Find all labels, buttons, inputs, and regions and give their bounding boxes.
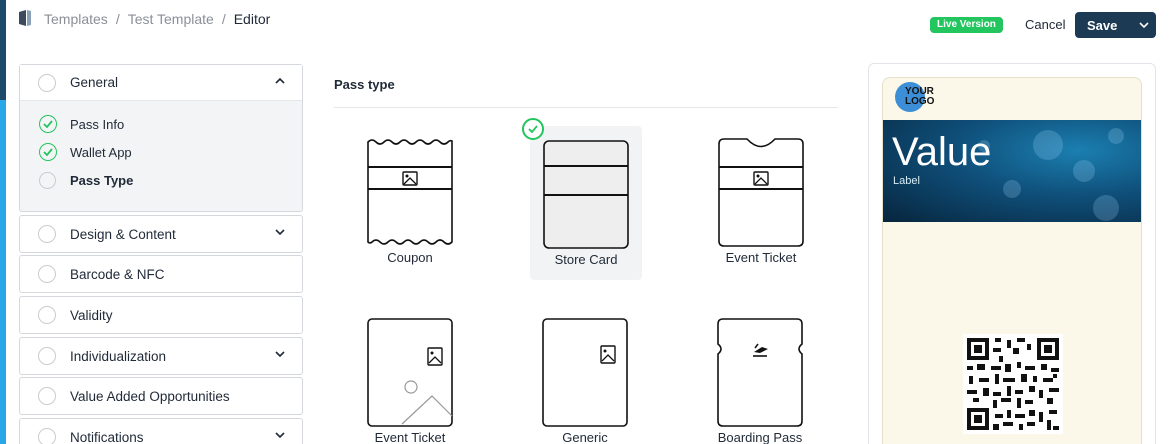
cancel-button[interactable]: Cancel xyxy=(1017,12,1073,38)
check-circle-icon xyxy=(39,143,57,161)
chevron-down-icon[interactable] xyxy=(1132,21,1156,29)
pass-type-store-card[interactable]: Store Card xyxy=(530,126,642,280)
save-button[interactable]: Save xyxy=(1075,12,1156,38)
breadcrumb: Templates / Test Template / Editor xyxy=(44,11,271,27)
pass-type-event-ticket-poster[interactable]: Event Ticket xyxy=(354,316,466,444)
radio-icon xyxy=(39,171,56,189)
step-validity[interactable]: Validity xyxy=(19,296,303,334)
logo-text: YOUR LOGO xyxy=(905,86,935,107)
pass-type-generic[interactable]: Generic xyxy=(529,316,641,444)
app-side-strip xyxy=(0,0,6,444)
pass-preview: YOUR LOGO Value Label xyxy=(882,77,1142,444)
qr-code xyxy=(963,334,1063,434)
breadcrumb-templates[interactable]: Templates xyxy=(44,11,108,27)
pass-type-coupon[interactable]: Coupon xyxy=(354,136,466,272)
chevron-down-icon[interactable] xyxy=(274,431,286,439)
radio-icon xyxy=(38,265,56,283)
book-icon xyxy=(19,10,31,26)
chevron-down-icon[interactable] xyxy=(274,350,286,358)
check-circle-icon xyxy=(39,115,57,133)
save-label: Save xyxy=(1087,17,1118,33)
step-individualization[interactable]: Individualization xyxy=(19,337,303,375)
radio-icon xyxy=(38,387,56,405)
live-version-badge: Live Version xyxy=(930,17,1003,33)
event-ticket-icon xyxy=(718,138,804,247)
step-label: General xyxy=(70,75,119,90)
chevron-down-icon[interactable] xyxy=(274,228,286,236)
pass-label: Label xyxy=(893,175,920,187)
event-ticket-poster-icon xyxy=(367,318,453,427)
sub-step-wallet-app[interactable]: Wallet App xyxy=(20,138,302,166)
coupon-icon xyxy=(367,139,453,245)
pass-type-event-ticket[interactable]: Event Ticket xyxy=(705,136,817,272)
radio-icon xyxy=(38,73,56,92)
radio-icon xyxy=(38,428,56,444)
step-general: General Pass Info Wallet App Pass Type xyxy=(19,64,303,212)
breadcrumb-test-template[interactable]: Test Template xyxy=(128,11,214,27)
step-general-header[interactable]: General xyxy=(20,65,302,101)
selected-check-icon xyxy=(522,118,544,140)
radio-icon xyxy=(38,225,56,243)
step-barcode-nfc[interactable]: Barcode & NFC xyxy=(19,255,303,293)
sub-step-pass-info[interactable]: Pass Info xyxy=(20,110,302,138)
sub-step-pass-type[interactable]: Pass Type xyxy=(20,166,302,194)
divider xyxy=(334,107,838,108)
radio-icon xyxy=(38,347,56,365)
pass-strip-image: Value Label xyxy=(883,120,1141,222)
step-notifications[interactable]: Notifications xyxy=(19,418,303,444)
radio-icon xyxy=(38,306,56,324)
store-card-icon xyxy=(543,140,629,249)
boarding-pass-icon xyxy=(717,318,803,427)
top-bar: Templates / Test Template / Editor Live … xyxy=(0,0,1170,50)
pass-type-boarding-pass[interactable]: Boarding Pass xyxy=(704,316,816,444)
breadcrumb-editor: Editor xyxy=(233,11,271,27)
step-design-content[interactable]: Design & Content xyxy=(19,215,303,253)
chevron-up-icon[interactable] xyxy=(274,77,286,85)
pass-value: Value xyxy=(892,130,992,174)
generic-icon xyxy=(542,318,628,427)
pass-type-title: Pass type xyxy=(334,77,395,92)
step-value-added[interactable]: Value Added Opportunities xyxy=(19,377,303,415)
